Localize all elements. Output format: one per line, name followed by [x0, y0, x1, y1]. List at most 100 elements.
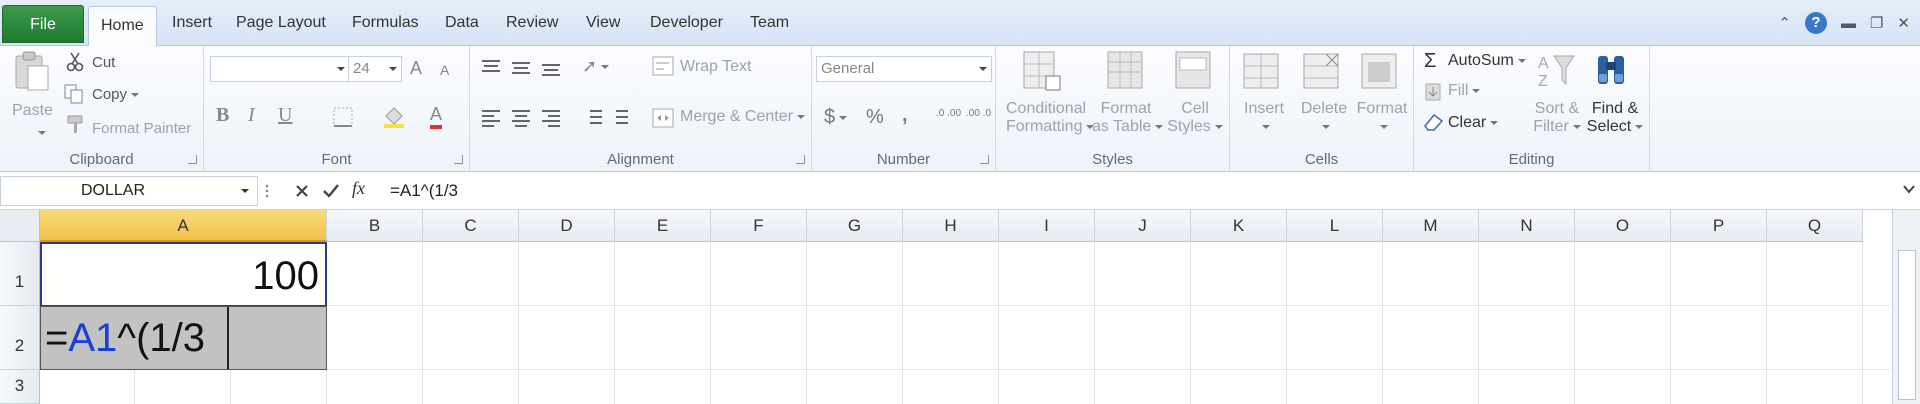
tab-page-layout[interactable]: Page Layout [224, 8, 338, 38]
tab-formulas[interactable]: Formulas [340, 8, 431, 38]
copy-button[interactable]: Copy [92, 86, 140, 103]
column-header-p[interactable]: P [1671, 210, 1767, 242]
vertical-align-icons[interactable] [480, 58, 570, 78]
font-launcher-icon[interactable] [454, 155, 463, 164]
increase-decimal-button[interactable]: .0 .00 [936, 108, 962, 119]
number-launcher-icon[interactable] [980, 155, 989, 164]
font-name-select[interactable] [210, 56, 350, 82]
find-select-line1: Find & [1591, 100, 1639, 117]
tab-file[interactable]: File [2, 5, 84, 43]
enter-entry-icon[interactable] [322, 183, 340, 199]
restore-window-icon[interactable]: ❐ [1870, 14, 1883, 32]
insert-cells-button[interactable]: Insert [1244, 100, 1284, 136]
column-header-j[interactable]: J [1095, 210, 1191, 242]
fill-color-icon[interactable] [382, 104, 406, 128]
column-header-c[interactable]: C [423, 210, 519, 242]
column-header-a[interactable]: A [40, 210, 327, 242]
percent-button[interactable]: % [866, 106, 884, 129]
grow-font-button[interactable]: A [410, 58, 422, 79]
conditional-formatting-button[interactable]: Conditional Formatting [1006, 100, 1095, 136]
column-header-q[interactable]: Q [1767, 210, 1863, 242]
clear-button[interactable]: Clear [1448, 114, 1499, 132]
cancel-entry-icon[interactable] [294, 183, 310, 199]
cell-styles-button[interactable]: Cell Styles [1166, 100, 1224, 136]
scrollbar-thumb[interactable] [1898, 250, 1916, 400]
bold-button[interactable]: B [216, 104, 229, 127]
tab-team[interactable]: Team [738, 8, 801, 38]
indent-icons[interactable] [582, 108, 632, 128]
column-header-m[interactable]: M [1383, 210, 1479, 242]
minimize-window-icon[interactable]: ▬ [1841, 15, 1856, 32]
cell-a1[interactable]: 100 [40, 242, 327, 306]
select-all-corner[interactable] [0, 210, 40, 242]
cell-styles-icon [1175, 51, 1211, 89]
tab-home[interactable]: Home [88, 6, 157, 47]
close-window-icon[interactable]: ✕ [1897, 14, 1910, 32]
fill-button[interactable]: Fill [1448, 82, 1481, 100]
wrap-text-button[interactable]: Wrap Text [680, 58, 751, 76]
row-header-1[interactable]: 1 [0, 242, 40, 306]
paste-button[interactable]: Paste [12, 102, 53, 120]
column-header-e[interactable]: E [615, 210, 711, 242]
column-header-g[interactable]: G [807, 210, 903, 242]
font-size-select[interactable]: 24 [348, 56, 402, 82]
styles-label: Styles [1092, 151, 1133, 168]
cell-styles-line1: Cell [1181, 100, 1209, 117]
format-as-table-button[interactable]: Format as Table [1092, 100, 1164, 136]
orientation-button[interactable]: ➚ [582, 56, 610, 77]
font-color-button[interactable]: A [430, 104, 443, 129]
edit-cursor [227, 307, 327, 369]
expand-formula-bar-icon[interactable] [1902, 184, 1916, 194]
cell-a2-editing[interactable]: =A1^(1/3 [40, 306, 327, 370]
underline-button[interactable]: U [278, 104, 292, 127]
cut-button[interactable]: Cut [92, 54, 115, 71]
row-header-2[interactable]: 2 [0, 306, 40, 370]
insert-function-button[interactable]: fx [352, 178, 365, 199]
column-header-i[interactable]: I [999, 210, 1095, 242]
column-header-d[interactable]: D [519, 210, 615, 242]
tab-developer[interactable]: Developer [638, 8, 735, 38]
number-format-select[interactable]: General [816, 56, 992, 82]
column-header-k[interactable]: K [1191, 210, 1287, 242]
decrease-decimal-button[interactable]: .00 .0 [966, 108, 992, 119]
name-box[interactable]: DOLLAR [0, 176, 258, 206]
tab-review[interactable]: Review [494, 8, 570, 38]
tab-view[interactable]: View [574, 8, 632, 38]
merge-center-icon [652, 108, 674, 128]
column-header-b[interactable]: B [327, 210, 423, 242]
sigma-icon: Σ [1424, 50, 1437, 72]
help-icon[interactable]: ? [1804, 12, 1827, 34]
format-cells-button[interactable]: Format [1356, 100, 1408, 136]
column-header-l[interactable]: L [1287, 210, 1383, 242]
formula-bar: DOLLAR fx =A1^(1/3 [0, 172, 1920, 210]
delete-cells-button[interactable]: Delete [1300, 100, 1348, 136]
sort-filter-button[interactable]: Sort & Filter [1530, 100, 1584, 136]
tab-insert[interactable]: Insert [160, 8, 224, 38]
vertical-scrollbar[interactable] [1892, 210, 1920, 404]
formula-input[interactable]: =A1^(1/3 [380, 176, 1900, 206]
insert-cells-icon [1243, 53, 1279, 89]
comma-button[interactable]: , [902, 104, 908, 127]
column-header-f[interactable]: F [711, 210, 807, 242]
column-header-n[interactable]: N [1479, 210, 1575, 242]
currency-button[interactable]: $ [824, 106, 848, 129]
format-painter-button[interactable]: Format Painter [92, 120, 191, 137]
row-header-3[interactable]: 3 [0, 370, 40, 404]
merge-center-button[interactable]: Merge & Center [680, 108, 805, 126]
tab-data[interactable]: Data [433, 8, 491, 38]
clipboard-launcher-icon[interactable] [188, 155, 197, 164]
autosum-button[interactable]: AutoSum [1448, 52, 1526, 70]
column-header-h[interactable]: H [903, 210, 999, 242]
alignment-launcher-icon[interactable] [796, 155, 805, 164]
clipboard-label: Clipboard [69, 151, 134, 168]
format-as-table-icon [1107, 51, 1143, 89]
horizontal-align-icons[interactable] [480, 108, 570, 128]
find-select-button[interactable]: Find & Select [1586, 100, 1644, 136]
minimize-ribbon-icon[interactable]: ⌃ [1778, 14, 1791, 32]
italic-button[interactable]: I [248, 104, 255, 127]
splitter-handle-icon[interactable] [260, 176, 274, 206]
shrink-font-button[interactable]: A [440, 62, 449, 78]
borders-icon[interactable] [332, 106, 354, 128]
column-header-o[interactable]: O [1575, 210, 1671, 242]
format-as-table-line1: Format [1100, 100, 1152, 117]
